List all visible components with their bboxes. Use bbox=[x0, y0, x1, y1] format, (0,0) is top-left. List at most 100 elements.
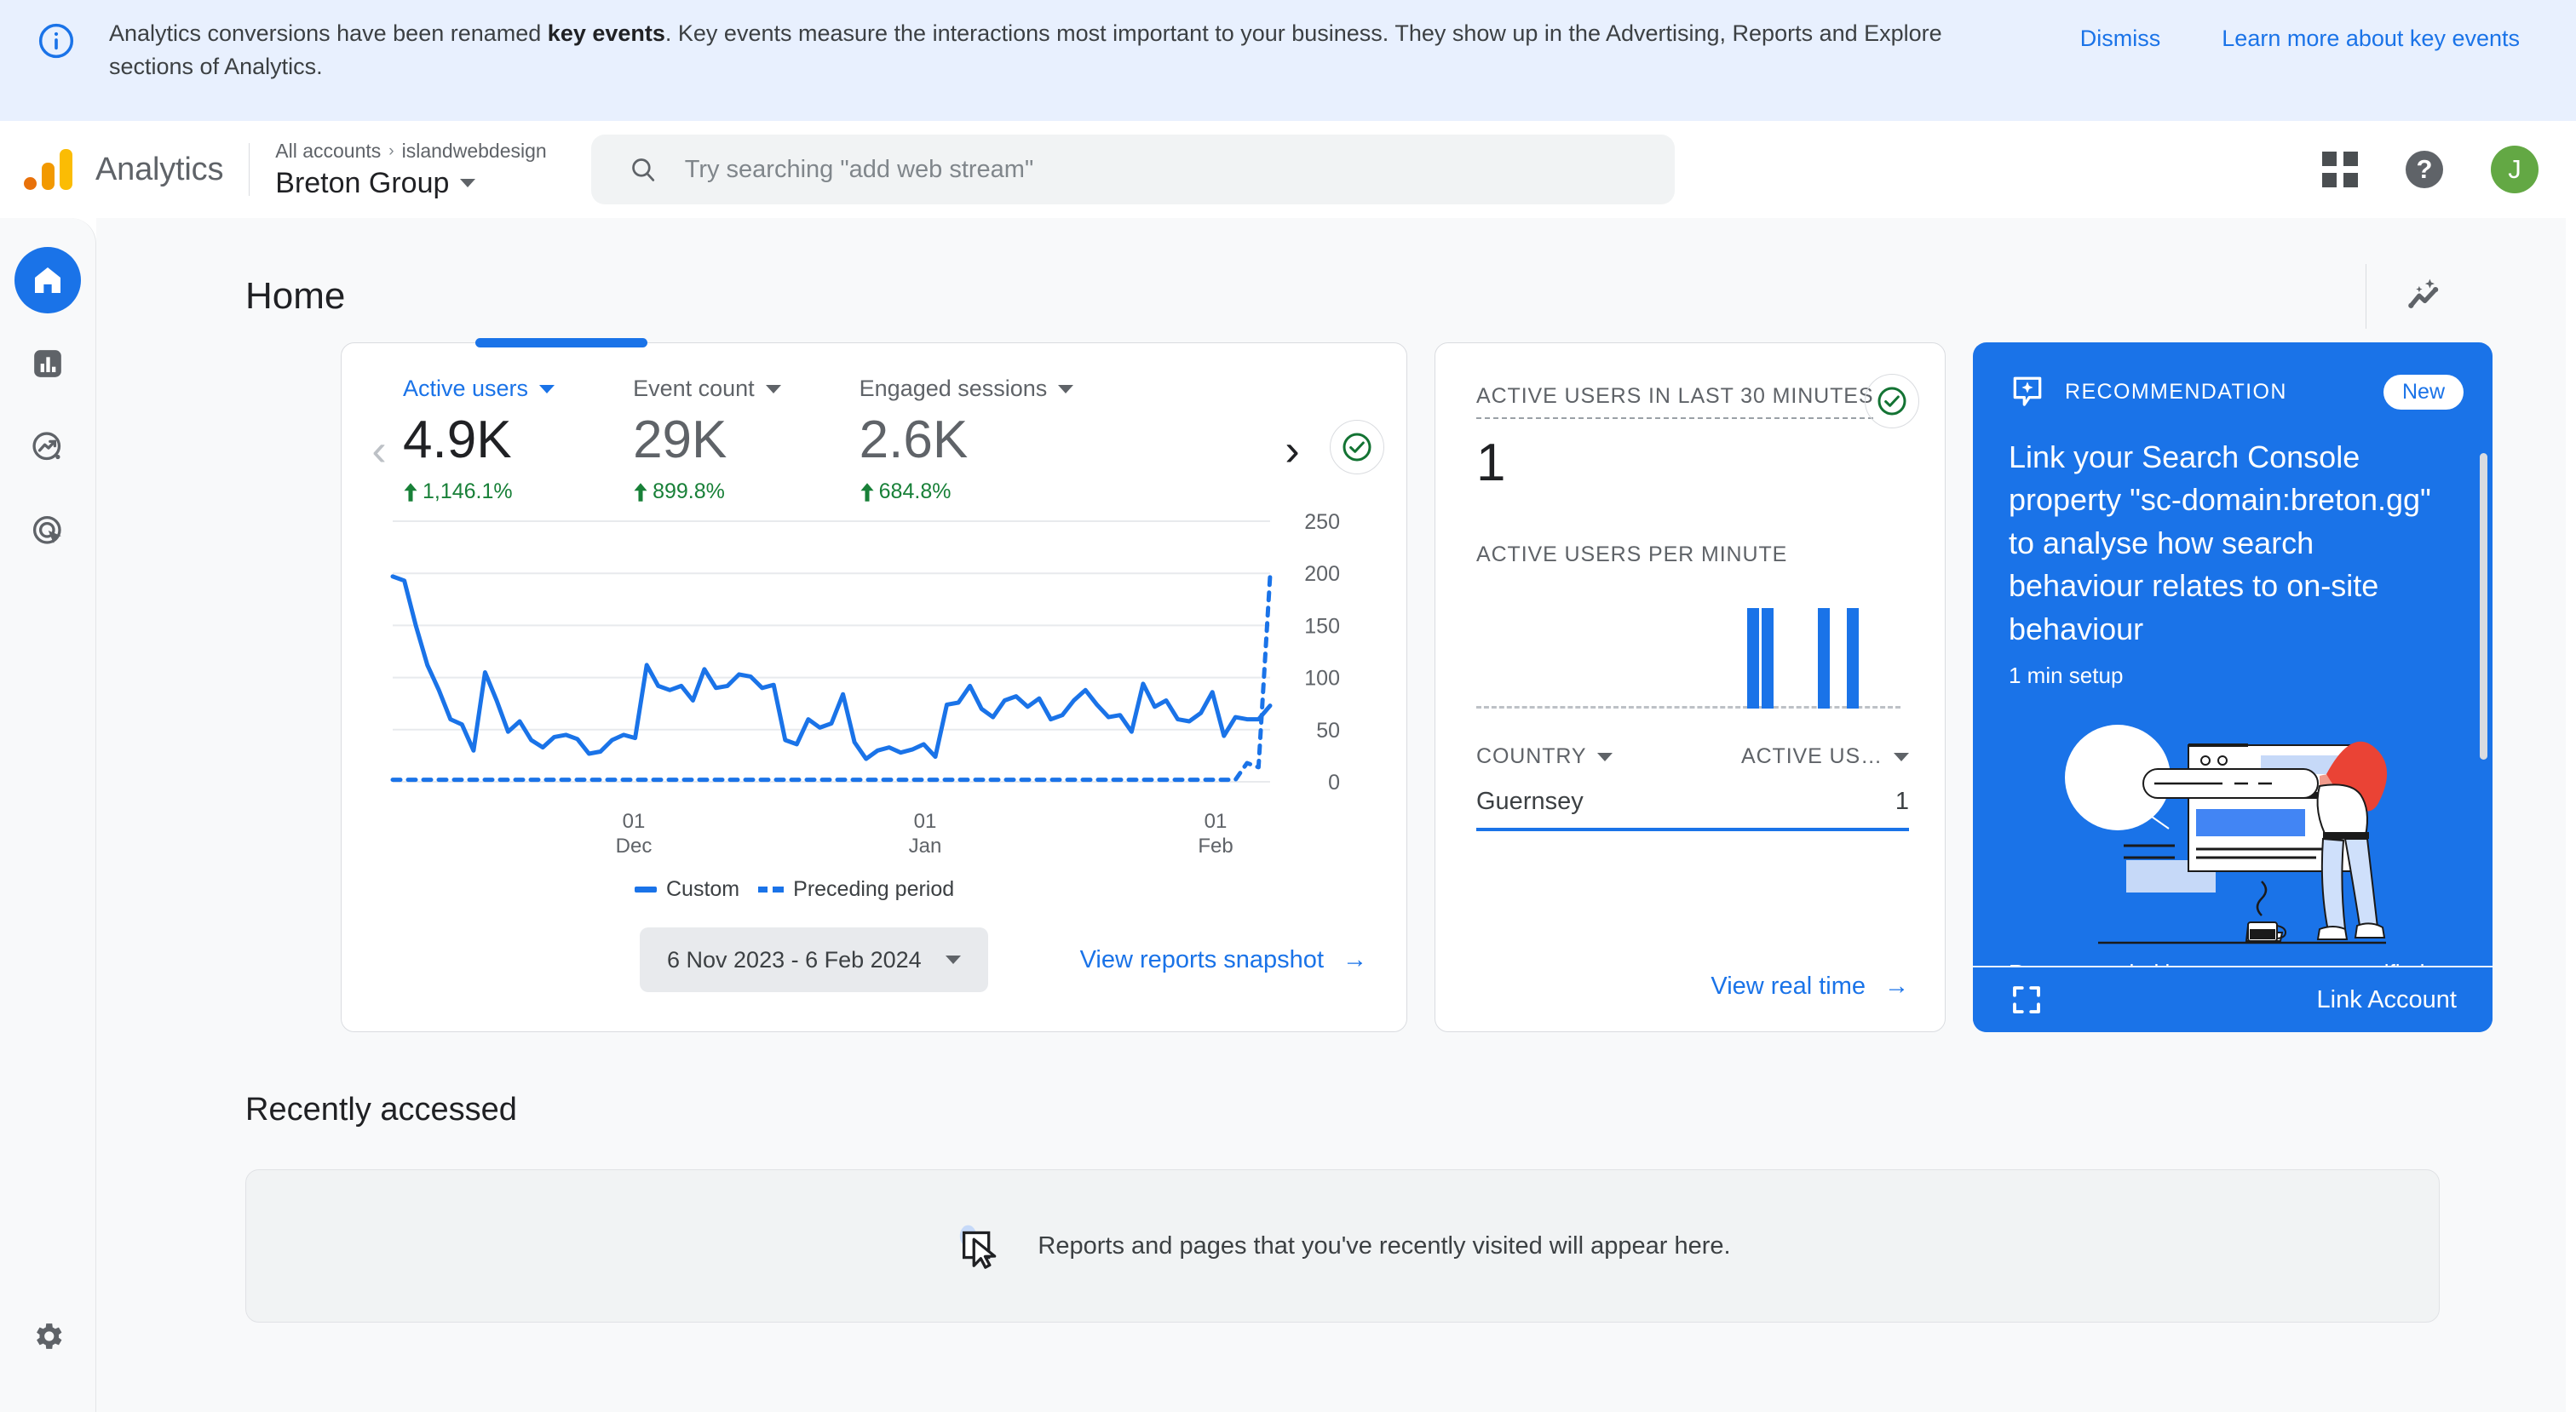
arrow-up-icon bbox=[403, 483, 418, 502]
metric-label-event-count[interactable]: Event count bbox=[633, 376, 781, 402]
sidebar-item-reports[interactable] bbox=[14, 330, 81, 397]
link-label: View real time bbox=[1711, 973, 1866, 1001]
sidebar-item-admin[interactable] bbox=[14, 1303, 81, 1369]
chevron-down-icon bbox=[1597, 753, 1613, 761]
insights-glyph bbox=[2404, 275, 2447, 318]
cursor-page-icon bbox=[954, 1220, 1007, 1272]
banner-actions: Dismiss Learn more about key events bbox=[2080, 26, 2520, 52]
main-content: Home ‹ Active users bbox=[96, 218, 2566, 1412]
recommendation-setup-time: 1 min setup bbox=[1973, 651, 2493, 689]
arrow-up-icon bbox=[860, 483, 875, 502]
next-metric-button[interactable]: › bbox=[1268, 376, 1316, 476]
date-range-value: 6 Nov 2023 - 6 Feb 2024 bbox=[667, 947, 922, 973]
realtime-data-quality-badge[interactable] bbox=[1865, 374, 1919, 428]
account-selector[interactable]: All accounts › islandwebdesign Breton Gr… bbox=[275, 139, 546, 200]
recently-accessed-empty-state: Reports and pages that you've recently v… bbox=[245, 1169, 2440, 1323]
per-minute-bar bbox=[1747, 608, 1759, 709]
legend-item-preceding: Preceding period bbox=[758, 877, 954, 902]
metric-name: Engaged sessions bbox=[860, 376, 1048, 402]
legend-swatch-solid bbox=[635, 887, 657, 893]
metric-active-users[interactable]: Active users 4.9K 1,146.1% bbox=[403, 376, 555, 504]
metric-name: Active users bbox=[403, 376, 528, 402]
column-label: ACTIVE US… bbox=[1741, 744, 1883, 769]
delta-value: 684.8% bbox=[879, 479, 952, 504]
per-minute-bar bbox=[1847, 608, 1859, 709]
column-header-active-users[interactable]: ACTIVE US… bbox=[1741, 744, 1909, 769]
recommendation-title: Link your Search Console property "sc-do… bbox=[1973, 410, 2493, 651]
metric-delta-engaged-sessions: 684.8% bbox=[860, 479, 1074, 504]
advertising-target-icon bbox=[30, 513, 66, 548]
column-header-country[interactable]: COUNTRY bbox=[1476, 744, 1613, 769]
table-row[interactable]: Guernsey 1 bbox=[1476, 769, 1909, 831]
chevron-down-icon bbox=[766, 385, 781, 393]
realtime-subtitle: ACTIVE USERS PER MINUTE bbox=[1476, 542, 1909, 567]
new-badge: New bbox=[2383, 375, 2464, 410]
search-bar[interactable] bbox=[591, 135, 1675, 204]
property-name: Breton Group bbox=[275, 167, 449, 200]
per-minute-bar bbox=[1762, 608, 1774, 709]
svg-text:150: 150 bbox=[1304, 614, 1340, 638]
page-header: Home bbox=[96, 218, 2566, 327]
legend-label: Preceding period bbox=[793, 877, 954, 902]
sidebar-item-advertising[interactable] bbox=[14, 497, 81, 564]
brand-name: Analytics bbox=[95, 152, 223, 188]
row-active-users: 1 bbox=[1895, 788, 1909, 816]
learn-more-link[interactable]: Learn more about key events bbox=[2222, 26, 2520, 52]
arrow-right-icon: → bbox=[1884, 973, 1909, 1001]
sidebar-item-explore[interactable] bbox=[14, 414, 81, 480]
breadcrumb-account[interactable]: islandwebdesign bbox=[402, 139, 547, 164]
legend-label: Custom bbox=[666, 877, 739, 902]
active-users-chart: 050100150200250 01Dec 01Jan 01Feb bbox=[342, 513, 1406, 870]
link-label: View reports snapshot bbox=[1080, 946, 1324, 974]
check-circle-icon bbox=[1875, 384, 1909, 418]
recommendation-scrollbar[interactable] bbox=[2480, 453, 2487, 760]
avatar[interactable]: J bbox=[2491, 146, 2539, 193]
google-analytics-logo bbox=[24, 149, 73, 190]
dismiss-button[interactable]: Dismiss bbox=[2080, 26, 2161, 52]
realtime-body: ACTIVE USERS IN LAST 30 MINUTES 1 ACTIVE… bbox=[1435, 343, 1945, 831]
view-real-time-link[interactable]: View real time → bbox=[1711, 973, 1909, 1001]
chevron-down-icon bbox=[460, 179, 475, 187]
chevron-down-icon bbox=[1058, 385, 1073, 393]
insights-sparkle-icon[interactable] bbox=[2395, 267, 2455, 326]
breadcrumb-all-accounts[interactable]: All accounts bbox=[275, 139, 381, 164]
metric-engaged-sessions[interactable]: Engaged sessions 2.6K 684.8% bbox=[860, 376, 1074, 504]
cards-row: ‹ Active users 4.9K 1,146.1% Event count bbox=[96, 342, 2566, 1032]
explore-trend-icon bbox=[30, 429, 66, 465]
metric-delta-active-users: 1,146.1% bbox=[403, 479, 555, 504]
row-country: Guernsey bbox=[1476, 788, 1584, 816]
x-tick-month: Dec bbox=[616, 835, 653, 858]
delta-value: 1,146.1% bbox=[423, 479, 513, 504]
x-tick-month: Feb bbox=[1198, 835, 1233, 858]
prev-metric-button[interactable]: ‹ bbox=[355, 376, 403, 476]
recommendation-card[interactable]: RECOMMENDATION New Link your Search Cons… bbox=[1973, 342, 2493, 1032]
help-icon[interactable]: ? bbox=[2406, 151, 2443, 188]
per-minute-baseline bbox=[1476, 706, 1900, 709]
legend-item-custom: Custom bbox=[635, 877, 739, 902]
recommendation-header: RECOMMENDATION New bbox=[1973, 342, 2493, 410]
sidebar-item-home[interactable] bbox=[14, 247, 81, 313]
metric-label-active-users[interactable]: Active users bbox=[403, 376, 555, 402]
svg-text:100: 100 bbox=[1304, 667, 1340, 691]
recently-accessed-title: Recently accessed bbox=[96, 1032, 2566, 1128]
svg-text:200: 200 bbox=[1304, 562, 1340, 586]
realtime-active-users-value: 1 bbox=[1476, 433, 1909, 493]
chart-canvas: 050100150200250 bbox=[342, 513, 1406, 819]
metric-event-count[interactable]: Event count 29K 899.8% bbox=[633, 376, 781, 504]
metric-label-engaged-sessions[interactable]: Engaged sessions bbox=[860, 376, 1074, 402]
view-reports-snapshot-link[interactable]: View reports snapshot → bbox=[1080, 946, 1367, 974]
property-selector[interactable]: Breton Group bbox=[275, 167, 546, 200]
metric-name: Event count bbox=[633, 376, 755, 402]
legend-swatch-dashed bbox=[758, 887, 784, 893]
realtime-table-header: COUNTRY ACTIVE US… bbox=[1476, 744, 1909, 769]
apps-grid-icon[interactable] bbox=[2322, 152, 2358, 187]
column-label: COUNTRY bbox=[1476, 744, 1586, 769]
chevron-down-icon bbox=[539, 385, 555, 393]
data-quality-badge[interactable] bbox=[1330, 420, 1384, 474]
date-range-picker[interactable]: 6 Nov 2023 - 6 Feb 2024 bbox=[640, 927, 988, 992]
svg-text:250: 250 bbox=[1304, 513, 1340, 534]
link-account-button[interactable]: Link Account bbox=[1973, 966, 2493, 1032]
metric-value-engaged-sessions: 2.6K bbox=[860, 412, 1074, 468]
header-divider bbox=[249, 143, 250, 196]
search-input[interactable] bbox=[685, 156, 1579, 184]
